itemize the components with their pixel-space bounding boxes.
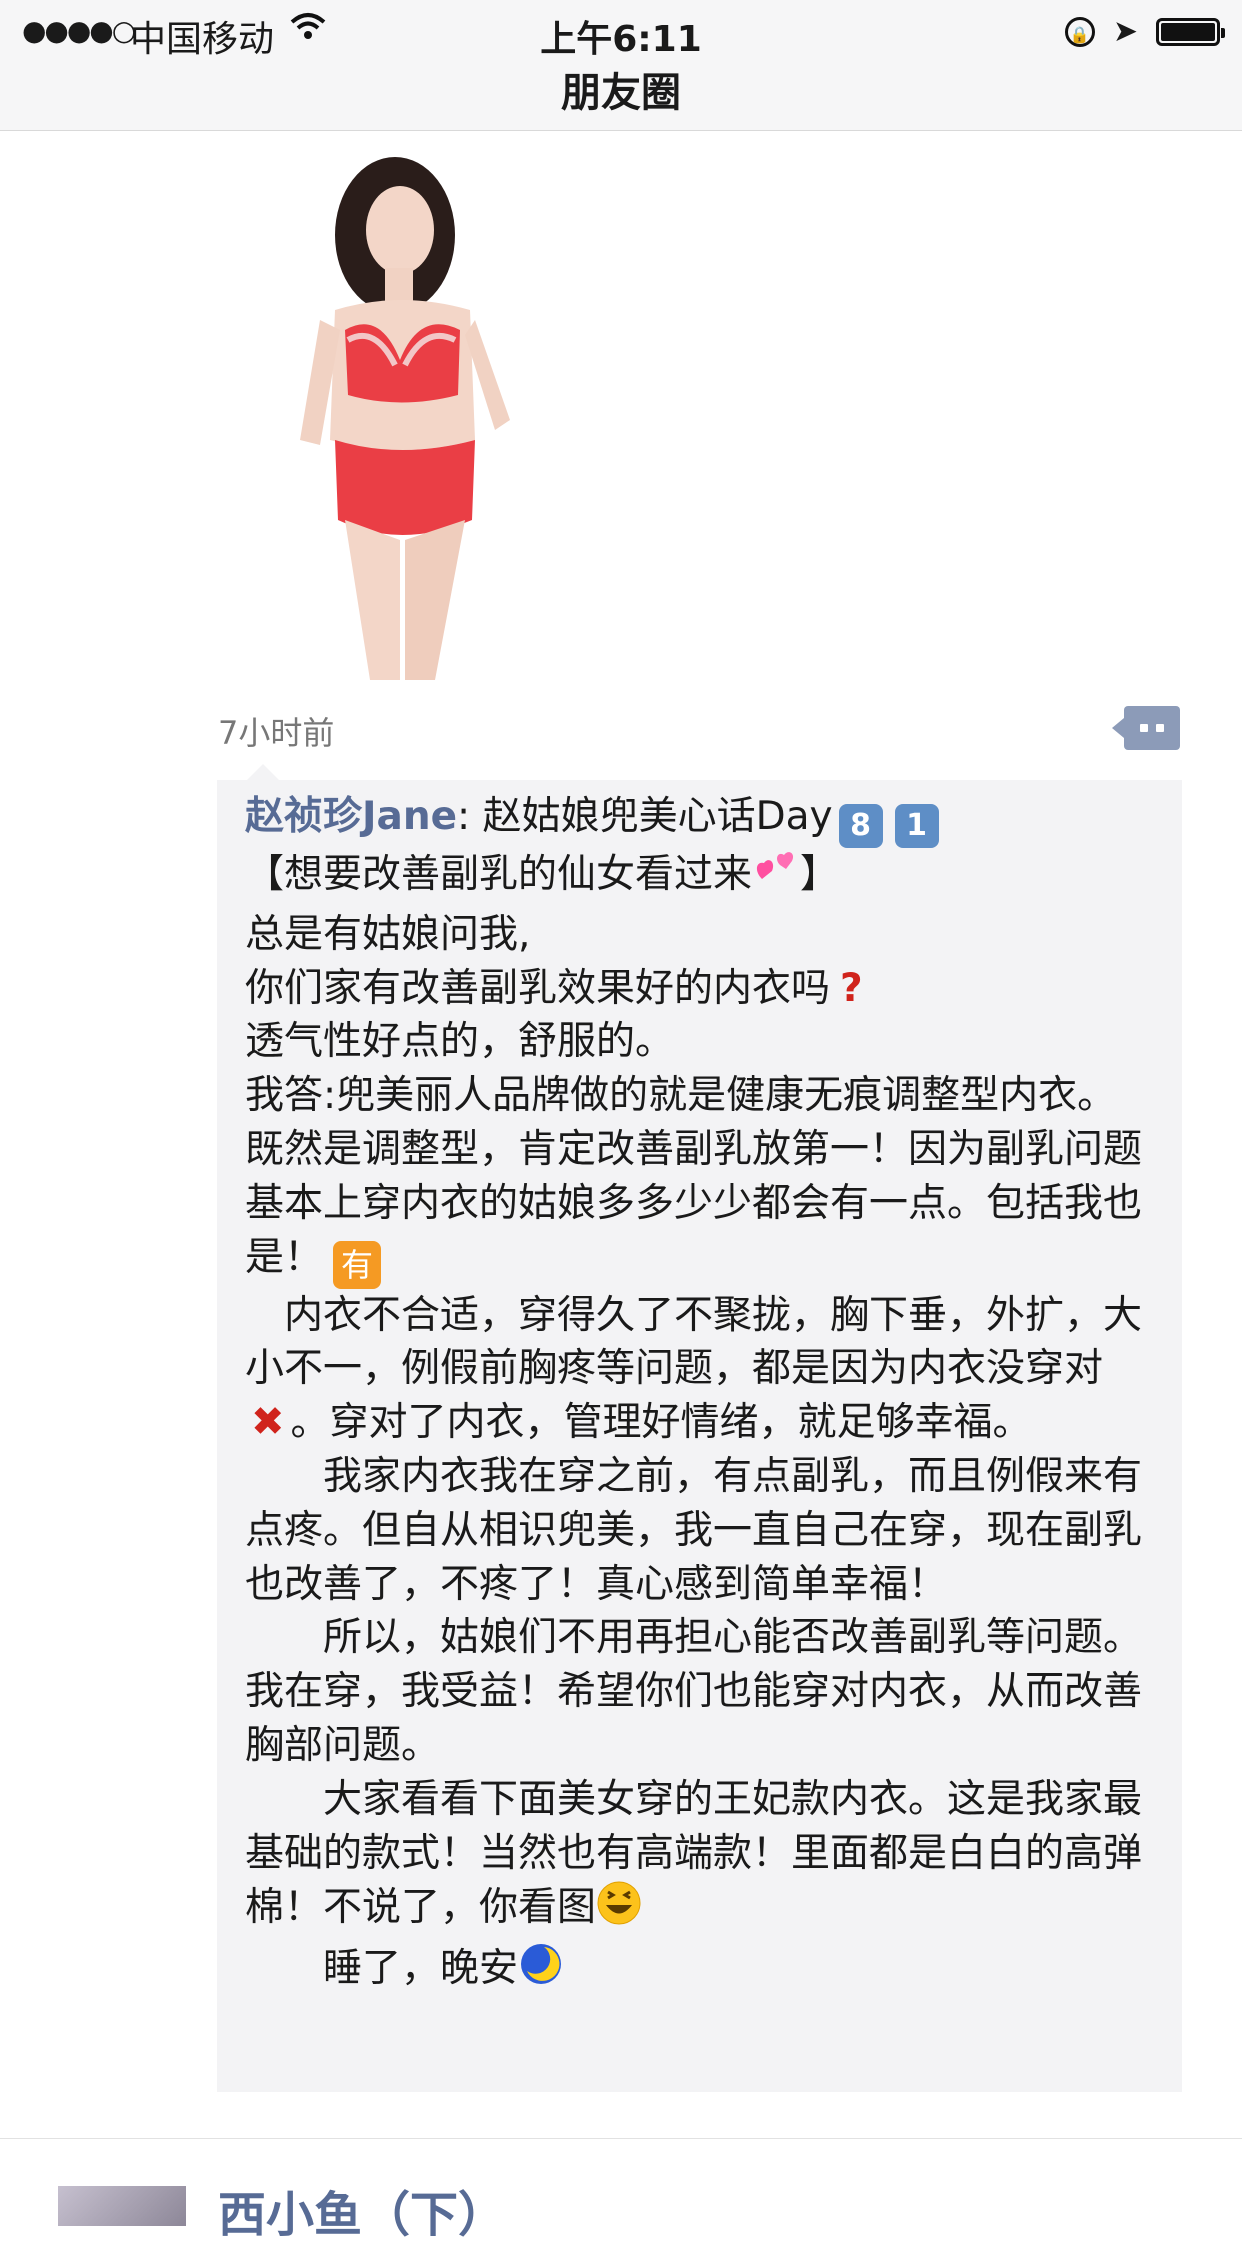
- clock: 上午6:11: [540, 19, 702, 60]
- comment-para-1: 我答:兜美丽人品牌做的就是健康无痕调整型内衣。既然是调整型，肯定改善副乳放第一！…: [245, 1069, 1154, 1289]
- comment-title-close: 】: [800, 852, 840, 897]
- red-x-icon: ✖: [251, 1399, 285, 1446]
- dot-icon: [1140, 724, 1148, 732]
- keycap-1-icon: 1: [894, 804, 939, 848]
- status-bar: ●●●●○ 中国移动 上午6:11 🔒 ➤ 朋友圈: [0, 0, 1242, 131]
- two-hearts-icon: [752, 849, 800, 908]
- comment-colon: :: [457, 794, 483, 839]
- comment-line-2-text: 你们家有改善副乳效果好的内衣吗: [245, 965, 831, 1011]
- post-timestamp: 7小时前: [218, 714, 335, 752]
- comment-para-6-text: 睡了，晚安: [245, 1946, 519, 1992]
- comment-title-line: 【想要改善副乳的仙女看过来 】: [245, 848, 1154, 908]
- comment-line-1: 总是有姑娘问我,: [245, 911, 531, 957]
- post-divider: [0, 2138, 1242, 2139]
- comment-intro: 赵姑娘兜美心话Day: [482, 794, 833, 839]
- comment-text: 赵祯珍Jane: 赵姑娘兜美心话Day 8 1 【想要改善副乳的仙女看过来 】 总是有…: [245, 790, 1154, 2002]
- comment-first-line: 赵祯珍Jane: 赵姑娘兜美心话Day 8 1: [245, 790, 1154, 848]
- comment-para-5: 大家看看下面美女穿的王妃款内衣。这是我家最基础的款式！当然也有高端款！里面都是白…: [245, 1773, 1154, 1941]
- comment-line-3: 透气性好点的，舒服的。: [245, 1019, 675, 1065]
- you-badge-icon: 有: [333, 1240, 382, 1289]
- comment-para-3: 我家内衣我在穿之前，有点副乳，而且例假来有点疼。但自从相识兜美，我一直自己在穿，…: [245, 1453, 1143, 1607]
- post-photo[interactable]: [260, 140, 570, 680]
- orientation-lock-icon: 🔒: [1064, 16, 1095, 47]
- next-post-author[interactable]: 西小鱼（下）: [218, 2175, 506, 2245]
- comment-para-2a: 内衣不合适，穿得久了不聚拢，胸下垂，外扩，大小不一，例假前胸疼等问题，都是因为内…: [245, 1292, 1143, 1392]
- grinning-face-icon: [596, 1880, 642, 1941]
- comment-para-4: 所以，姑娘们不用再担心能否改善副乳等问题。我在穿，我受益！希望你们也能穿对内衣，…: [245, 1615, 1143, 1768]
- moon-face-icon: [518, 1941, 564, 2002]
- comment-box: 赵祯珍Jane: 赵姑娘兜美心话Day 8 1 【想要改善副乳的仙女看过来 】 总是有…: [217, 764, 1182, 2092]
- comment-para-2: 内衣不合适，穿得久了不聚拢，胸下垂，外扩，大小不一，例假前胸疼等问题，都是因为内…: [245, 1289, 1154, 1450]
- dot-icon: [1156, 724, 1164, 732]
- location-arrow-icon: ➤: [1112, 14, 1138, 49]
- keycap-8-icon: 8: [838, 804, 883, 848]
- comment-para-5-text: 大家看看下面美女穿的王妃款内衣。这是我家最基础的款式！当然也有高端款！里面都是白…: [245, 1776, 1143, 1931]
- comment-para-6: 睡了，晚安: [245, 1941, 1154, 2002]
- avatar[interactable]: [58, 2186, 186, 2226]
- comment-para-2b: 。穿对了内衣，管理好情绪，就足够幸福。: [290, 1400, 1032, 1446]
- battery-icon: [1156, 17, 1225, 46]
- comment-menu-button[interactable]: [1112, 706, 1180, 750]
- red-question-mark-icon: ?: [840, 965, 863, 1011]
- comment-line-2: 你们家有改善副乳效果好的内衣吗?: [245, 962, 1154, 1016]
- page-title: 朋友圈: [561, 70, 681, 116]
- comment-title-open: 【想要改善副乳的仙女看过来: [245, 852, 753, 897]
- comment-author-link[interactable]: 赵祯珍Jane: [245, 794, 457, 839]
